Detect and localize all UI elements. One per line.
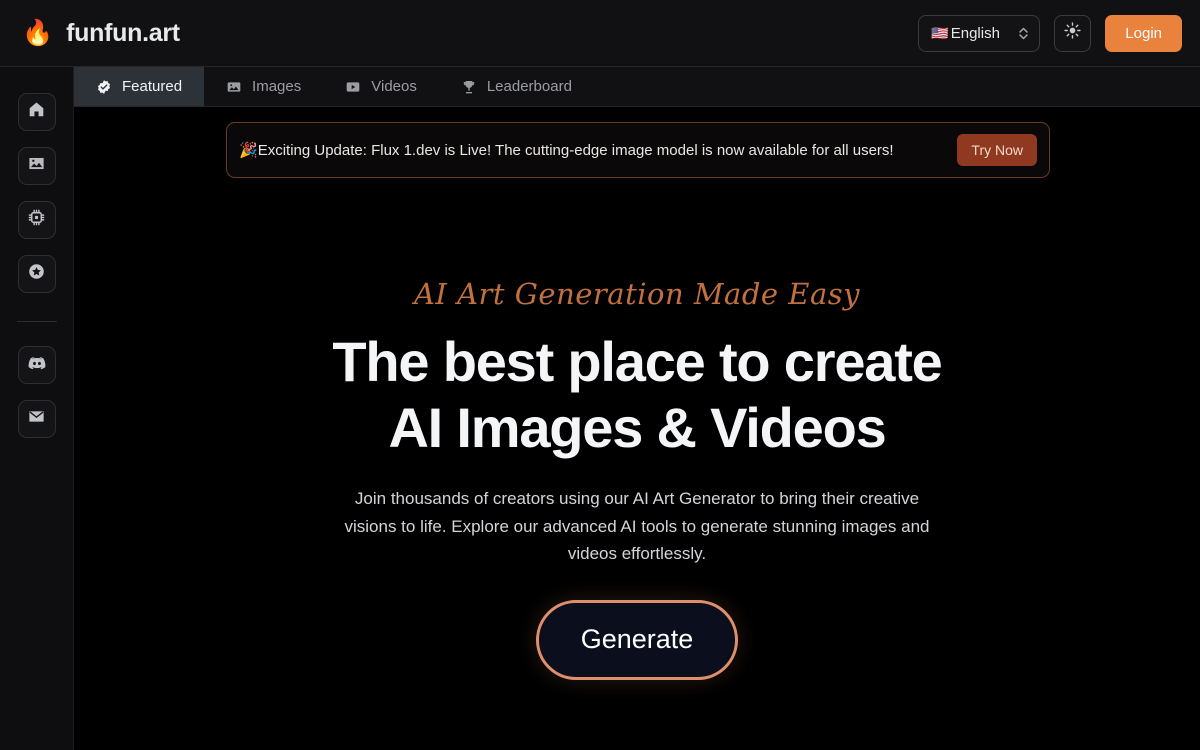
announcement-message: Exciting Update: Flux 1.dev is Live! The… xyxy=(257,141,894,159)
language-select-value: 🇺🇸 English xyxy=(931,25,1000,42)
tab-images-label: Images xyxy=(252,78,302,95)
main-content: AI Art Generation Made Easy The best pla… xyxy=(74,107,1200,750)
tab-featured-label: Featured xyxy=(122,78,183,95)
video-play-icon xyxy=(345,79,361,95)
hero-section: AI Art Generation Made Easy The best pla… xyxy=(74,107,1200,750)
image-icon xyxy=(226,79,242,95)
tab-leaderboard-label: Leaderboard xyxy=(486,78,572,95)
hero-eyebrow: AI Art Generation Made Easy xyxy=(413,277,861,311)
language-select[interactable]: 🇺🇸 English xyxy=(918,14,1041,52)
announcement-text: 🎉 Exciting Update: Flux 1.dev is Live! T… xyxy=(239,141,947,160)
chevron-updown-icon xyxy=(1018,26,1029,41)
sidebar-item-gallery[interactable] xyxy=(17,147,56,185)
brand-name: funfun.art xyxy=(66,18,180,47)
sidebar-item-discord[interactable] xyxy=(17,346,56,384)
sidebar-item-mail[interactable] xyxy=(17,400,56,438)
left-sidebar xyxy=(0,67,74,750)
sidebar-item-models[interactable] xyxy=(17,201,56,239)
mail-icon xyxy=(27,407,46,431)
announcement-banner: 🎉 Exciting Update: Flux 1.dev is Live! T… xyxy=(226,122,1050,178)
sun-icon xyxy=(1064,22,1081,44)
sidebar-item-home[interactable] xyxy=(17,93,56,131)
hero-headline: The best place to create AI Images & Vid… xyxy=(332,329,942,461)
theme-toggle-button[interactable] xyxy=(1054,14,1092,52)
cpu-chip-icon xyxy=(27,208,46,232)
headline-line-2: AI Images & Videos xyxy=(388,396,886,460)
tab-images[interactable]: Images xyxy=(204,67,323,106)
language-label: English xyxy=(950,24,1000,42)
image-icon xyxy=(27,154,46,178)
verified-badge-icon xyxy=(96,79,112,95)
try-now-button[interactable]: Try Now xyxy=(957,134,1037,166)
app-header: 🔥 funfun.art 🇺🇸 English Login xyxy=(0,0,1200,67)
headline-line-1: The best place to create xyxy=(332,330,942,393)
tab-videos-label: Videos xyxy=(371,78,417,95)
hero-subtitle: Join thousands of creators using our AI … xyxy=(344,489,930,564)
sidebar-item-favorites[interactable] xyxy=(17,255,56,293)
sidebar-divider xyxy=(16,321,57,322)
login-button[interactable]: Login xyxy=(1105,14,1182,52)
brand-logo[interactable]: 🔥 funfun.art xyxy=(22,19,180,48)
discord-icon xyxy=(27,353,47,378)
generate-button[interactable]: Generate xyxy=(536,599,738,680)
us-flag-icon: 🇺🇸 xyxy=(931,24,949,41)
star-circle-icon xyxy=(27,262,46,286)
tab-leaderboard[interactable]: Leaderboard xyxy=(439,67,594,106)
tab-videos[interactable]: Videos xyxy=(323,67,439,106)
header-actions: 🇺🇸 English Login xyxy=(918,14,1182,52)
content-tabs: Featured Images Videos Leaderboard xyxy=(74,67,1200,107)
party-popper-icon: 🎉 xyxy=(239,142,258,159)
tab-featured[interactable]: Featured xyxy=(74,67,205,106)
flame-icon: 🔥 xyxy=(22,18,54,47)
trophy-icon xyxy=(461,79,477,95)
home-icon xyxy=(27,100,46,124)
